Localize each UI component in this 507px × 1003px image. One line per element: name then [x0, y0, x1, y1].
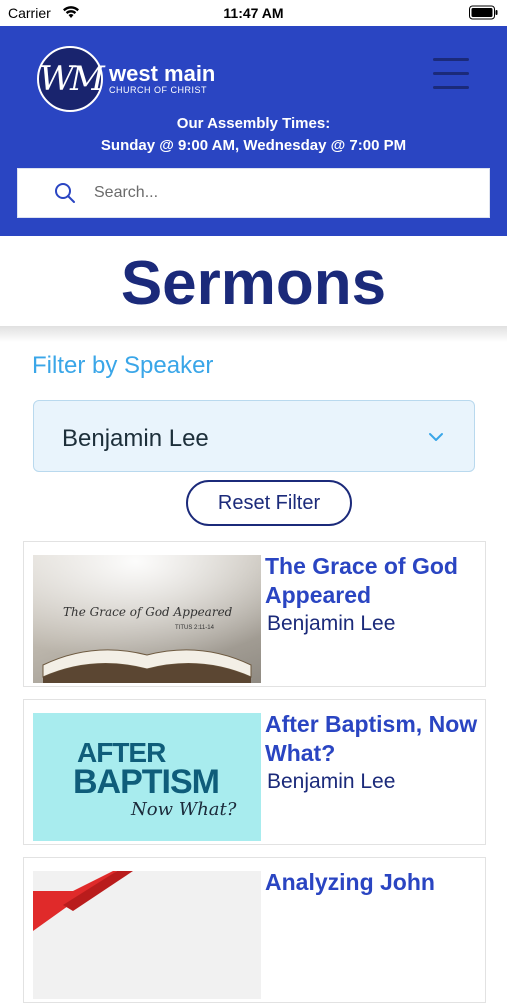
reset-filter-button[interactable]: Reset Filter: [186, 480, 352, 526]
sermon-title[interactable]: Analyzing John: [265, 868, 480, 897]
title-divider-shadow: [0, 326, 507, 342]
search-input[interactable]: [94, 184, 454, 202]
sermon-thumbnail: [33, 871, 261, 999]
sermon-title[interactable]: After Baptism, Now What?: [265, 710, 480, 768]
sermon-card[interactable]: Analyzing John: [23, 857, 486, 1003]
thumbnail-title: The Grace of God Appeared: [63, 605, 233, 619]
sermon-card[interactable]: The Grace of God Appeared TITUS 2:11-14 …: [23, 541, 486, 687]
page-title: Sermons: [120, 249, 387, 318]
logo-name: west main: [109, 61, 216, 86]
sermon-thumbnail: AFTER BAPTISM Now What?: [33, 713, 261, 841]
logo-text: west main CHURCH OF CHRIST: [109, 61, 216, 96]
assembly-times: Sunday @ 9:00 AM, Wednesday @ 7:00 PM: [100, 137, 407, 154]
hamburger-menu-icon[interactable]: [433, 58, 469, 90]
filter-label: Filter by Speaker: [32, 352, 214, 379]
search-bar[interactable]: [17, 168, 490, 218]
church-logo[interactable]: WM west main CHURCH OF CHRIST: [37, 46, 215, 112]
sermon-title[interactable]: The Grace of God Appeared: [265, 552, 480, 610]
red-shape-image: [33, 871, 133, 931]
speaker-dropdown[interactable]: Benjamin Lee: [33, 400, 475, 472]
thumbnail-reference: TITUS 2:11-14: [175, 625, 214, 631]
assembly-title: Our Assembly Times:: [176, 115, 331, 132]
battery-icon: [469, 5, 498, 20]
search-icon: [55, 183, 75, 203]
sermon-speaker: Benjamin Lee: [267, 612, 396, 635]
logo-mark: WM: [39, 59, 105, 99]
chevron-down-icon: [429, 433, 443, 441]
sermon-card[interactable]: AFTER BAPTISM Now What? After Baptism, N…: [23, 699, 486, 845]
status-bar: Carrier 11:47 AM: [0, 0, 507, 26]
site-header: WM west main CHURCH OF CHRIST Our Assemb…: [0, 26, 507, 236]
sermon-speaker: Benjamin Lee: [267, 770, 396, 793]
status-time: 11:47 AM: [223, 5, 284, 21]
thumbnail-line-now-what: Now What?: [131, 799, 237, 820]
logo-badge: WM: [37, 46, 105, 112]
logo-subtitle: CHURCH OF CHRIST: [109, 85, 207, 95]
sermon-thumbnail: The Grace of God Appeared TITUS 2:11-14: [33, 555, 261, 683]
speaker-selected-value: Benjamin Lee: [62, 425, 209, 452]
thumbnail-line-baptism: BAPTISM: [73, 763, 220, 801]
open-book-image: [33, 555, 261, 683]
